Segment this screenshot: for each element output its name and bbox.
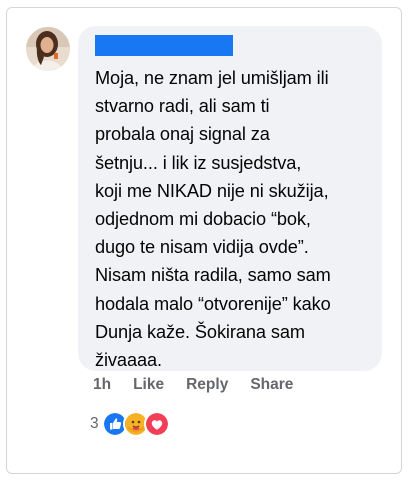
- love-icon: [143, 411, 170, 437]
- comment-actions: 1h Like Reply Share: [93, 376, 315, 394]
- author-name-redacted[interactable]: [95, 35, 233, 56]
- reaction-count: 3: [90, 415, 99, 432]
- comment-bubble: Moja, ne znam jel umišljam ili stvarno r…: [78, 26, 382, 371]
- avatar[interactable]: [26, 27, 70, 71]
- like-button[interactable]: Like: [133, 376, 164, 394]
- reactions-summary[interactable]: 3: [90, 411, 170, 437]
- comment-timestamp[interactable]: 1h: [93, 376, 111, 394]
- share-button[interactable]: Share: [250, 376, 293, 394]
- avatar-photo: [26, 27, 70, 71]
- reply-button[interactable]: Reply: [186, 376, 228, 394]
- comment-text: Moja, ne znam jel umišljam ili stvarno r…: [95, 68, 331, 371]
